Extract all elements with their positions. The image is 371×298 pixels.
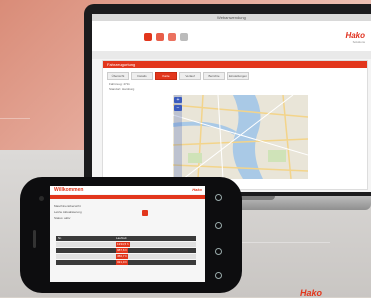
phone-info-line: Letzte Aktualisierung	[54, 210, 82, 214]
print-icon[interactable]	[168, 33, 176, 41]
phone-screen: Willkommen Hako Maschinenübersicht Letzt…	[50, 186, 205, 282]
phone-camera	[39, 196, 44, 201]
tab-details[interactable]: Details	[131, 72, 153, 80]
row-value: 321,0 h	[116, 260, 129, 265]
brand-logo: Hako	[345, 31, 365, 40]
tab-settings[interactable]: Einstellungen	[227, 72, 249, 80]
zoom-in-button[interactable]: +	[174, 97, 182, 103]
phone-brand-logo: Hako	[192, 187, 202, 192]
map-view[interactable]: 3	[173, 95, 308, 179]
table-row[interactable]: 1234,5 h	[56, 242, 196, 247]
phone-speaker	[33, 230, 36, 248]
tab-map[interactable]: Karte	[155, 72, 177, 80]
panel-header: Fahrzeugortung	[103, 61, 367, 68]
row-value: Laufzeit	[116, 236, 127, 240]
settings-icon[interactable]	[180, 33, 188, 41]
window-title: Webanwendung	[217, 15, 246, 20]
table-row[interactable]: 321,0 h	[56, 260, 196, 265]
home-icon[interactable]	[144, 33, 152, 41]
phone-sensor-icon	[215, 272, 222, 279]
decor-line	[0, 118, 30, 119]
row-value: 987,6 h	[116, 248, 129, 253]
tab-overview[interactable]: Übersicht	[107, 72, 129, 80]
breadcrumb-bar	[92, 51, 371, 59]
phone-sensor-icon	[215, 194, 222, 201]
decor-line	[240, 242, 330, 243]
phone-info-line: Maschinenübersicht	[54, 204, 81, 208]
phone-menu-bar[interactable]	[50, 195, 205, 199]
app-toolbar: Hako Solutions	[92, 21, 371, 52]
map-tiles	[173, 95, 308, 179]
laptop-screen: Webanwendung Hako Solutions Fahrzeugortu…	[92, 14, 371, 192]
panel-title: Fahrzeugortung	[107, 62, 136, 67]
table-row[interactable]: Nr. Laufzeit	[56, 236, 196, 241]
table-row[interactable]: 987,6 h	[56, 248, 196, 253]
phone-header: Willkommen Hako	[50, 186, 205, 194]
info-line: Standort: Hamburg	[109, 87, 135, 91]
table-row[interactable]: 456,7 h	[56, 254, 196, 259]
brand-subtitle: Solutions	[352, 40, 365, 44]
tab-reports[interactable]: Berichte	[203, 72, 225, 80]
row-label: Nr.	[58, 236, 62, 240]
row-value: 1234,5 h	[116, 242, 130, 247]
phone-info-line: Status: aktiv	[54, 216, 71, 220]
phone-sensor-icon	[215, 222, 222, 229]
window-titlebar: Webanwendung	[92, 14, 371, 21]
machine-icon	[142, 210, 148, 216]
map-zoom-control: + −	[174, 95, 182, 179]
info-line: Fahrzeug: 4711	[109, 82, 130, 86]
zoom-out-button[interactable]: −	[174, 105, 182, 111]
refresh-icon[interactable]	[156, 33, 164, 41]
row-value: 456,7 h	[116, 254, 129, 259]
phone-sensor-icon	[215, 248, 222, 255]
tab-history[interactable]: Verlauf	[179, 72, 201, 80]
phone-page-title: Willkommen	[54, 187, 84, 193]
content-panel: Fahrzeugortung Übersicht Details Karte V…	[102, 60, 368, 190]
